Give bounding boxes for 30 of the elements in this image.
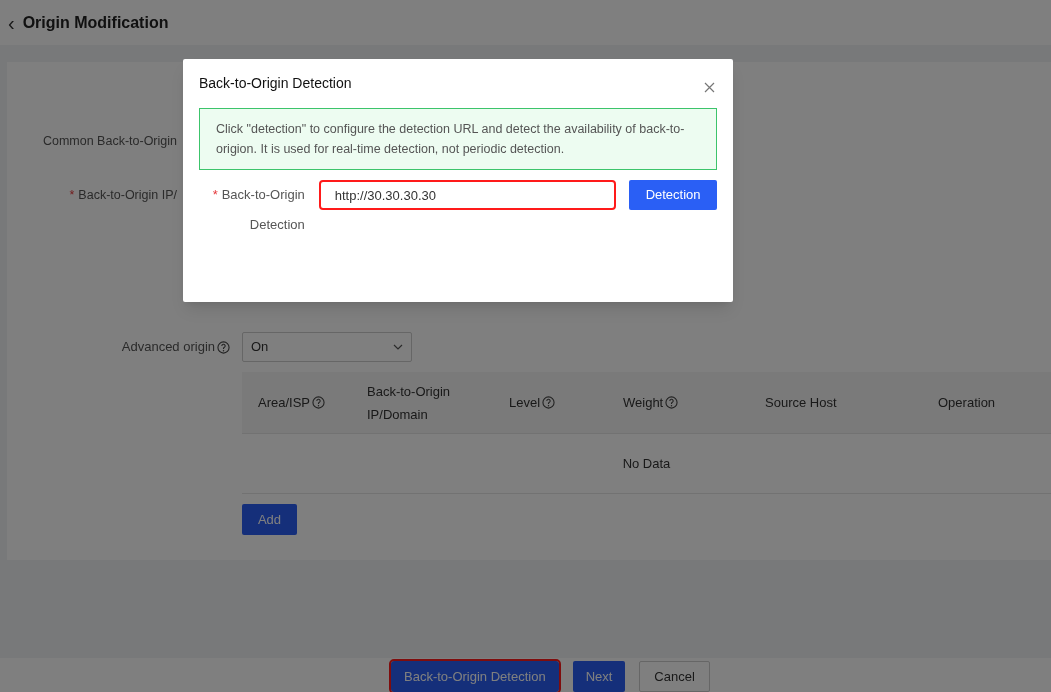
detection-button[interactable]: Detection: [629, 180, 717, 210]
column-header: Operation: [938, 395, 996, 410]
column-header: Weight: [623, 395, 664, 410]
required-mark: *: [69, 188, 75, 202]
column-header: Level: [509, 395, 541, 410]
dialog-title: Back-to-Origin Detection: [199, 74, 352, 93]
column-header: Source Host: [765, 395, 837, 410]
field-label: Back-to-Origin IP/: [78, 188, 177, 202]
primary-button[interactable]: Next: [572, 661, 626, 692]
page-title: Origin Modification: [22, 12, 169, 33]
required-mark: *: [212, 187, 218, 202]
help-icon: [312, 396, 326, 409]
column-header: Back-to-Origin IP/Domain: [367, 383, 451, 422]
add-button[interactable]: Add: [242, 504, 297, 535]
chevron-down-icon: [393, 344, 403, 350]
field-label: Common Back-to-Origin: [42, 134, 177, 148]
detection-url-field[interactable]: http://30.30.30.30: [318, 180, 617, 210]
primary-button[interactable]: Back-to-Origin Detection: [391, 661, 559, 692]
column-header: Area/ISP: [258, 395, 311, 410]
info-notice: Click "detection" to configure the detection URL and detect the availability of back-to-origion. It is used for real-time detection, not periodic detection.: [199, 108, 717, 170]
advanced-origin-select[interactable]: On: [242, 332, 412, 362]
help-icon: [665, 396, 679, 409]
empty-message: No Data: [622, 454, 671, 473]
help-icon: [217, 340, 230, 354]
help-icon: [542, 396, 556, 409]
close-icon[interactable]: [704, 82, 715, 93]
cancel-button[interactable]: Cancel: [639, 661, 710, 692]
field-label: Back-to-Origin Detection: [221, 187, 305, 232]
field-label: Advanced origin: [121, 338, 215, 357]
back-icon[interactable]: ‹: [8, 12, 15, 33]
